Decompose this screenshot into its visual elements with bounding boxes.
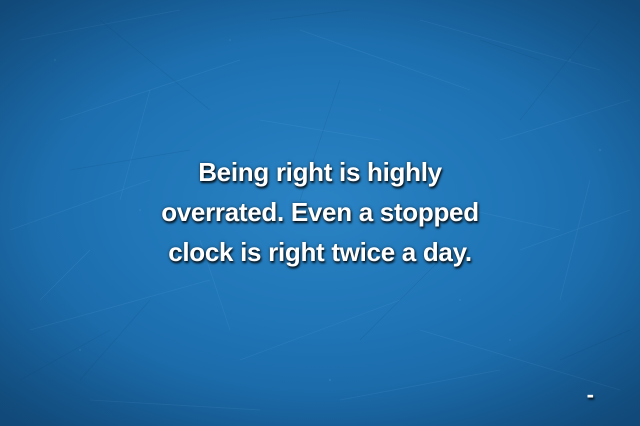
quote-line: clock is right twice a day. bbox=[168, 237, 472, 267]
quote-card: Being right is highly overrated. Even a … bbox=[0, 0, 640, 426]
quote-text: Being right is highly overrated. Even a … bbox=[110, 152, 530, 272]
quote-line: Being right is highly bbox=[198, 157, 442, 187]
quote-line: overrated. Even a stopped bbox=[161, 197, 479, 227]
author-attribution: - bbox=[586, 382, 594, 407]
